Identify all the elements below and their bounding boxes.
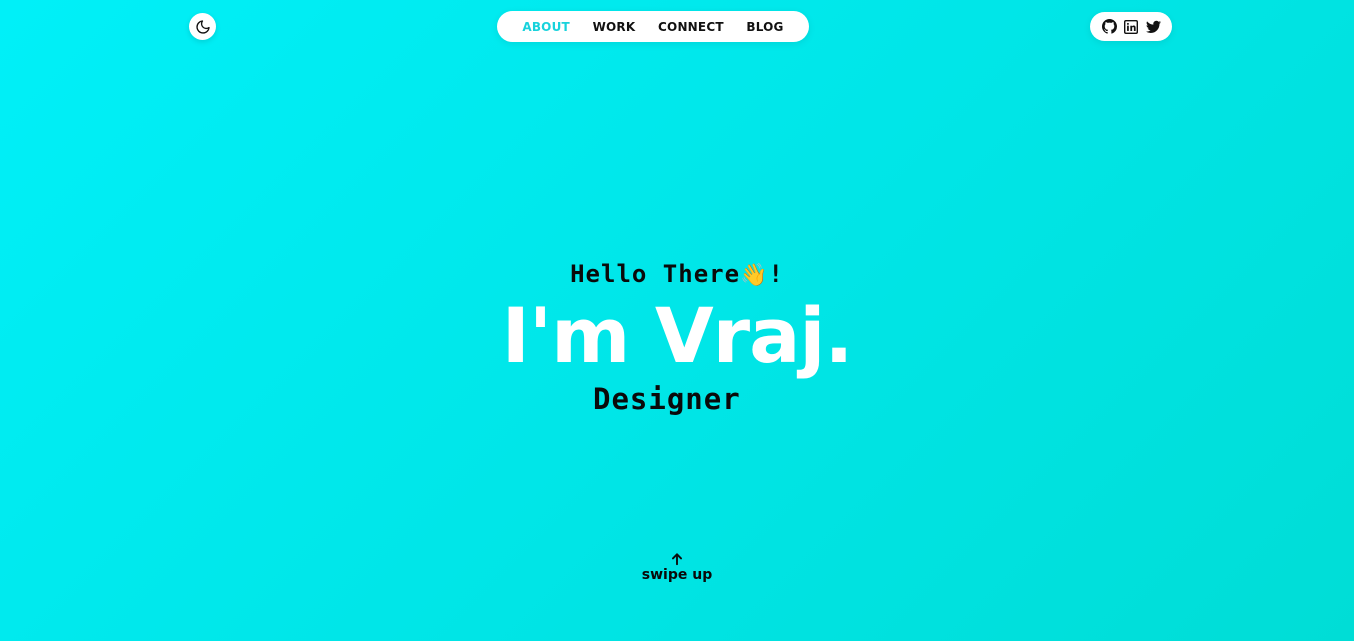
hero-section: Hello There👋! I'm Vraj. Designer swipe u…: [0, 0, 1354, 641]
greeting-heading: Hello There👋!: [0, 260, 1354, 288]
hero-name: I'm Vraj.: [501, 291, 854, 380]
arrow-up-icon: [671, 553, 683, 566]
greeting-exclamation: !: [768, 260, 784, 288]
swipe-up-button[interactable]: swipe up: [0, 552, 1354, 583]
swipe-up-label: swipe up: [641, 567, 713, 583]
hero-role: Designer: [593, 382, 741, 416]
greeting-text: Hello There: [570, 260, 741, 288]
waving-hand-icon: 👋: [740, 263, 769, 288]
